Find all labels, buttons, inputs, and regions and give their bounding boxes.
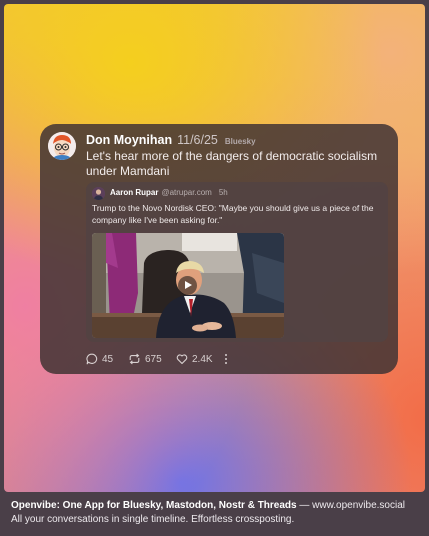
promo-separator: —: [296, 500, 313, 511]
post-card[interactable]: Don Moynihan 11/6/25 Bluesky Let's hear …: [40, 124, 398, 374]
reply-count: 45: [102, 353, 114, 365]
more-options-icon[interactable]: [223, 353, 229, 365]
video-thumbnail[interactable]: [92, 233, 284, 338]
promo-url[interactable]: www.openvibe.social: [312, 500, 405, 511]
quoted-time: 5h: [218, 188, 228, 197]
promo-footer: Openvibe: One App for Bluesky, Mastodon,…: [11, 499, 423, 527]
author-name[interactable]: Don Moynihan: [86, 133, 172, 147]
network-badge: Bluesky: [224, 137, 256, 146]
promo-headline: Openvibe: One App for Bluesky, Mastodon,…: [11, 500, 297, 511]
quoted-header: Aaron Rupar @atrupar.com 5h: [110, 188, 228, 197]
post-text: Let's hear more of the dangers of democr…: [86, 149, 378, 178]
promo-line-1: Openvibe: One App for Bluesky, Mastodon,…: [11, 499, 423, 513]
gradient-background: Don Moynihan 11/6/25 Bluesky Let's hear …: [4, 4, 425, 492]
repost-icon: [129, 353, 140, 365]
reply-icon: [86, 353, 98, 365]
post-actions: 45 675 2.4K: [86, 351, 229, 367]
reply-button[interactable]: 45: [86, 353, 128, 365]
quoted-author-handle[interactable]: @atrupar.com: [161, 188, 211, 197]
cartoon-avatar-icon: [48, 132, 76, 160]
quoted-author-name[interactable]: Aaron Rupar: [110, 188, 158, 197]
like-button[interactable]: 2.4K: [176, 353, 223, 365]
quoted-author-avatar[interactable]: [92, 187, 105, 200]
repost-button[interactable]: 675: [128, 353, 176, 365]
post-date[interactable]: 11/6/25: [177, 133, 218, 147]
author-avatar[interactable]: [48, 132, 76, 160]
quoted-text: Trump to the Novo Nordisk CEO: "Maybe yo…: [92, 203, 374, 225]
quoted-post[interactable]: Aaron Rupar @atrupar.com 5h Trump to the…: [86, 182, 388, 342]
repost-count: 675: [145, 353, 162, 365]
post-header: Don Moynihan 11/6/25 Bluesky: [86, 133, 256, 149]
person-avatar-icon: [92, 187, 105, 200]
play-icon[interactable]: [178, 276, 197, 295]
heart-icon: [176, 354, 188, 365]
promo-tagline: All your conversations in single timelin…: [11, 514, 295, 525]
like-count: 2.4K: [192, 353, 213, 365]
